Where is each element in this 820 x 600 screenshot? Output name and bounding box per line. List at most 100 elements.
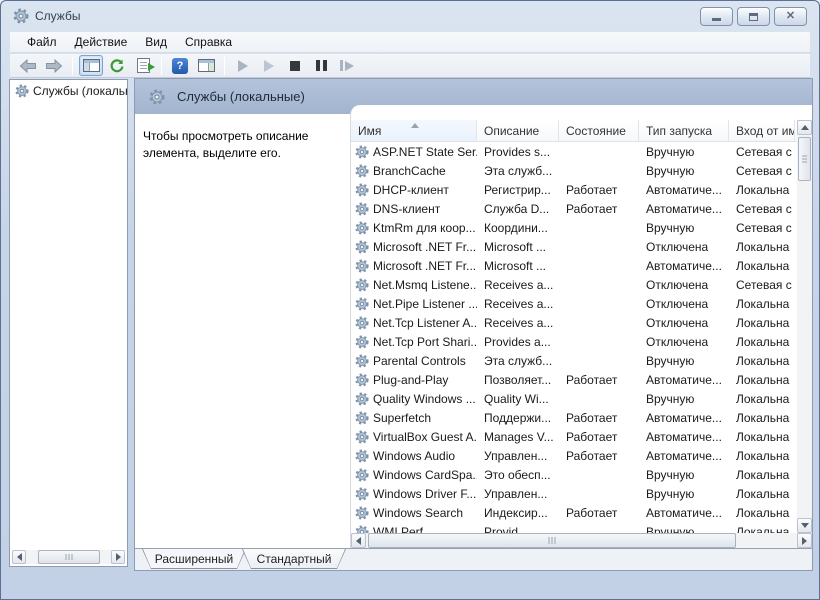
table-row[interactable]: SuperfetchПоддержи...РаботаетАвтоматиче.… [351, 408, 797, 427]
list-column-headers: ИмяОписаниеСостояниеТип запускаВход от и… [351, 120, 797, 142]
service-gear-icon [355, 335, 369, 349]
pause-icon [316, 60, 327, 71]
restart-service-button[interactable] [335, 55, 359, 76]
tab-extended[interactable]: Расширенный [142, 549, 246, 569]
sort-ascending-icon [411, 123, 419, 128]
show-console-tree-button[interactable] [79, 55, 103, 76]
table-row[interactable]: VirtualBox Guest A...Manages V...Работае… [351, 427, 797, 446]
service-name: Superfetch [373, 411, 431, 425]
scroll-left-button[interactable] [12, 550, 26, 564]
menu-item-file[interactable]: Файл [18, 32, 66, 52]
table-row[interactable]: Net.Tcp Listener A...Receives a...Отключ… [351, 313, 797, 332]
stop-service-button[interactable] [283, 55, 307, 76]
service-description: Provides a... [477, 335, 559, 349]
service-name: Net.Tcp Listener A... [373, 316, 477, 330]
service-description: Provid... [477, 525, 559, 534]
menu-item-help[interactable]: Справка [176, 32, 241, 52]
service-description: Receives a... [477, 316, 559, 330]
play-icon [264, 60, 274, 72]
service-status: Работает [559, 183, 639, 197]
table-row[interactable]: BranchCacheЭта служб...ВручнуюСетевая с [351, 161, 797, 180]
scroll-down-button[interactable] [797, 518, 812, 533]
table-row[interactable]: Windows Driver F...Управлен...ВручнуюЛок… [351, 484, 797, 503]
refresh-button[interactable] [105, 55, 129, 76]
service-gear-icon [355, 468, 369, 482]
restore-button[interactable] [737, 7, 770, 26]
scroll-right-button[interactable] [797, 533, 812, 548]
export-list-icon [137, 58, 150, 73]
scroll-up-button[interactable] [797, 120, 812, 135]
title-bar[interactable]: Службы ✕ [1, 1, 819, 31]
list-horizontal-scrollbar[interactable] [351, 533, 812, 548]
service-startup-type: Автоматиче... [639, 373, 729, 387]
help-button[interactable]: ? [168, 55, 192, 76]
service-logon-as: Локальна [729, 240, 795, 254]
table-row[interactable]: Parental ControlsЭта служб...ВручнуюЛока… [351, 351, 797, 370]
scrollbar-thumb[interactable] [38, 550, 100, 564]
column-header[interactable]: Вход от имени [729, 120, 795, 141]
pause-service-button[interactable] [309, 55, 333, 76]
service-description: Quality Wi... [477, 392, 559, 406]
service-startup-type: Автоматиче... [639, 449, 729, 463]
table-row[interactable]: ASP.NET State Ser...Provides s...Вручную… [351, 142, 797, 161]
column-header[interactable]: Тип запуска [639, 120, 729, 141]
service-logon-as: Локальна [729, 430, 795, 444]
scroll-left-button[interactable] [351, 533, 366, 548]
service-gear-icon [355, 221, 369, 235]
table-row[interactable]: KtmRm для коор...Координи...ВручнуюСетев… [351, 218, 797, 237]
service-logon-as: Локальна [729, 373, 795, 387]
column-header[interactable]: Имя [351, 120, 477, 141]
table-row[interactable]: Quality Windows ...Quality Wi...ВручнуюЛ… [351, 389, 797, 408]
table-row[interactable]: Plug-and-PlayПозволяет...РаботаетАвтомат… [351, 370, 797, 389]
tree-item-services-local[interactable]: Службы (локальные) [10, 80, 127, 100]
forward-button[interactable] [42, 55, 66, 76]
list-vertical-scrollbar[interactable] [797, 120, 812, 533]
export-list-button[interactable] [131, 55, 155, 76]
table-row[interactable]: Windows SearchИндексир...РаботаетАвтомат… [351, 503, 797, 522]
close-button[interactable]: ✕ [774, 7, 807, 26]
table-row[interactable]: Net.Tcp Port Shari...Provides a...Отключ… [351, 332, 797, 351]
service-startup-type: Автоматиче... [639, 430, 729, 444]
menu-item-action[interactable]: Действие [66, 32, 137, 52]
table-row[interactable]: Microsoft .NET Fr...Microsoft ...Отключе… [351, 237, 797, 256]
refresh-icon [109, 58, 125, 74]
minimize-button[interactable] [700, 7, 733, 26]
service-logon-as: Локальна [729, 449, 795, 463]
table-row[interactable]: DHCP-клиентРегистрир...РаботаетАвтоматич… [351, 180, 797, 199]
services-list: ИмяОписаниеСостояниеТип запускаВход от и… [350, 105, 812, 548]
scrollbar-thumb[interactable] [798, 137, 811, 181]
service-gear-icon [355, 373, 369, 387]
table-row[interactable]: Microsoft .NET Fr...Microsoft ...Автомат… [351, 256, 797, 275]
service-gear-icon [355, 487, 369, 501]
resume-service-button[interactable] [257, 55, 281, 76]
scroll-right-button[interactable] [111, 550, 125, 564]
service-logon-as: Локальна [729, 316, 795, 330]
service-logon-as: Сетевая с [729, 221, 795, 235]
column-header[interactable]: Состояние [559, 120, 639, 141]
service-status: Работает [559, 506, 639, 520]
start-service-button[interactable] [231, 55, 255, 76]
scrollbar-thumb[interactable] [368, 533, 736, 548]
service-gear-icon [355, 316, 369, 330]
table-row[interactable]: Windows CardSpa...Это обесп...ВручнуюЛок… [351, 465, 797, 484]
service-name: Net.Msmq Listene... [373, 278, 477, 292]
table-row[interactable]: Net.Msmq Listene...Receives a...Отключен… [351, 275, 797, 294]
help-icon: ? [172, 58, 188, 74]
tab-standard[interactable]: Стандартный [242, 549, 346, 569]
table-row[interactable]: Net.Pipe Listener ...Receives a...Отключ… [351, 294, 797, 313]
service-name: WMI Perf... [373, 525, 433, 534]
tree-horizontal-scrollbar[interactable] [12, 550, 125, 564]
service-startup-type: Отключена [639, 335, 729, 349]
service-status: Работает [559, 411, 639, 425]
service-description: Эта служб... [477, 354, 559, 368]
show-action-pane-button[interactable] [194, 55, 218, 76]
table-row[interactable]: WMI Perf...Provid...ВручнуюЛокальна [351, 522, 797, 533]
menu-item-view[interactable]: Вид [136, 32, 176, 52]
column-header[interactable]: Описание [477, 120, 559, 141]
table-row[interactable]: DNS-клиентСлужба D...РаботаетАвтоматиче.… [351, 199, 797, 218]
back-button[interactable] [16, 55, 40, 76]
service-description: Координи... [477, 221, 559, 235]
window-title: Службы [35, 9, 80, 23]
table-row[interactable]: Windows AudioУправлен...РаботаетАвтомати… [351, 446, 797, 465]
tab-label: Стандартный [243, 549, 345, 568]
